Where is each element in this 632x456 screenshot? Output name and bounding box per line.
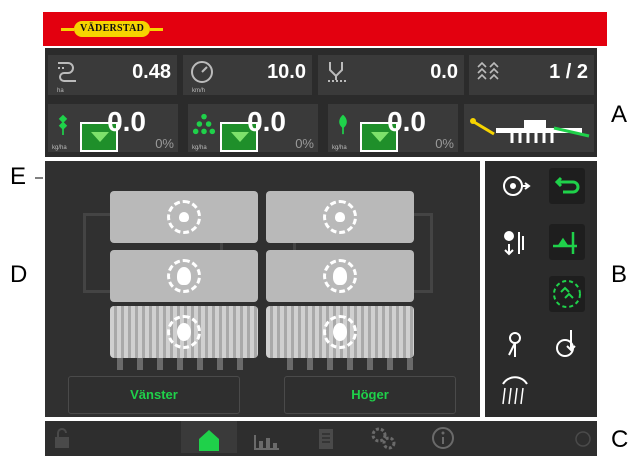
- work-light-icon: [502, 376, 528, 405]
- callout-a: A: [611, 101, 628, 128]
- headland-turn-icon: [554, 176, 580, 194]
- tab-info[interactable]: [415, 421, 471, 453]
- left-section-button[interactable]: Vänster: [68, 376, 240, 414]
- seed-rate-value: 0.0: [107, 106, 146, 137]
- help-icon: [575, 431, 591, 447]
- speed-unit: km/h: [192, 88, 206, 94]
- tramline-icon: [477, 61, 499, 80]
- machine-overview-cell[interactable]: [464, 104, 594, 152]
- hopper-right-seed[interactable]: [266, 191, 414, 243]
- tab-help[interactable]: [571, 421, 595, 453]
- hopper-right-sprout[interactable]: [266, 306, 414, 358]
- hopper-left-grain[interactable]: [110, 250, 258, 302]
- document-icon: [319, 429, 333, 449]
- seed-drill-machine-icon: [470, 118, 590, 143]
- area-value: 0.48: [132, 61, 171, 83]
- info-icon: [432, 427, 454, 449]
- seed-counter-cell[interactable]: 0.0: [318, 55, 464, 95]
- marker-arm-icon: [553, 232, 577, 254]
- tramline-value: 1 / 2: [549, 61, 588, 83]
- area-counter-icon: [58, 62, 76, 82]
- screen: VÄDERSTAD ha 0.48 km/h 10.0 0.0 1 / 2 kg…: [0, 0, 632, 456]
- pre-dose-icon: [504, 231, 524, 256]
- tab-lock[interactable]: [47, 421, 77, 453]
- callout-e: E: [10, 163, 27, 190]
- top-header-bar: VÄDERSTAD: [43, 12, 607, 46]
- area-counter-cell[interactable]: ha 0.48: [48, 55, 177, 95]
- seed-counter-value: 0.0: [430, 61, 458, 83]
- speed-value: 10.0: [267, 61, 306, 83]
- marker-raise-button[interactable]: [549, 224, 585, 260]
- wheat-seed-icon: [58, 114, 68, 135]
- sprout-rate-percent: 0%: [435, 136, 454, 151]
- lock-icon: [55, 428, 69, 448]
- sprout-icon: [339, 114, 347, 135]
- seed-rate-percent: 0%: [155, 136, 174, 151]
- seed-calibration-button[interactable]: [497, 168, 533, 204]
- rate-cell-fertilizer: kg/ha 0.0 0%: [188, 104, 318, 152]
- callout-c: C: [611, 426, 629, 453]
- tab-home[interactable]: [181, 421, 237, 453]
- tab-statistics[interactable]: [239, 421, 295, 453]
- tab-settings[interactable]: [355, 421, 411, 453]
- rate-cell-sprout: kg/ha 0.0 0%: [328, 104, 458, 152]
- marker-disc-icon: [508, 332, 521, 357]
- headland-auto-button[interactable]: [549, 168, 585, 204]
- callout-b: B: [611, 261, 628, 288]
- coulter-pressure-icon: [556, 330, 576, 357]
- right-section-button[interactable]: Höger: [284, 376, 456, 414]
- hopper-left-sprout[interactable]: [110, 306, 258, 358]
- vaderstad-logo: VÄDERSTAD: [61, 21, 164, 37]
- row-units-illustration: [117, 358, 413, 370]
- calibration-icon: [503, 176, 531, 196]
- bar-chart-icon: [254, 435, 279, 450]
- speed-cell[interactable]: km/h 10.0: [183, 55, 312, 95]
- work-lights-button[interactable]: [497, 374, 533, 410]
- fertilizer-icon: [192, 113, 216, 135]
- pre-dosing-button[interactable]: [497, 224, 533, 260]
- logo-text: VÄDERSTAD: [74, 21, 151, 37]
- seed-drill-counter-icon: [328, 62, 346, 82]
- home-icon: [199, 430, 219, 451]
- bottom-tab-bar: [43, 421, 598, 456]
- tramline-shift-button[interactable]: [549, 276, 585, 312]
- area-unit: ha: [57, 88, 64, 94]
- gears-icon: [371, 427, 396, 450]
- tramline-shift-icon: [553, 280, 581, 308]
- sprout-rate-value: 0.0: [387, 106, 426, 137]
- fertilizer-rate-value: 0.0: [247, 106, 286, 137]
- callout-d: D: [10, 261, 28, 288]
- hopper-left-seed[interactable]: [110, 191, 258, 243]
- rate-cell-seed: kg/ha 0.0 0%: [48, 104, 178, 152]
- fertilizer-rate-percent: 0%: [295, 136, 314, 151]
- tramline-cell[interactable]: 1 / 2: [469, 55, 594, 95]
- hopper-right-grain[interactable]: [266, 250, 414, 302]
- tab-documents[interactable]: [297, 421, 353, 453]
- marker-left-button[interactable]: [497, 326, 533, 362]
- speedometer-icon: [191, 61, 213, 83]
- coulter-pressure-button[interactable]: [549, 326, 585, 362]
